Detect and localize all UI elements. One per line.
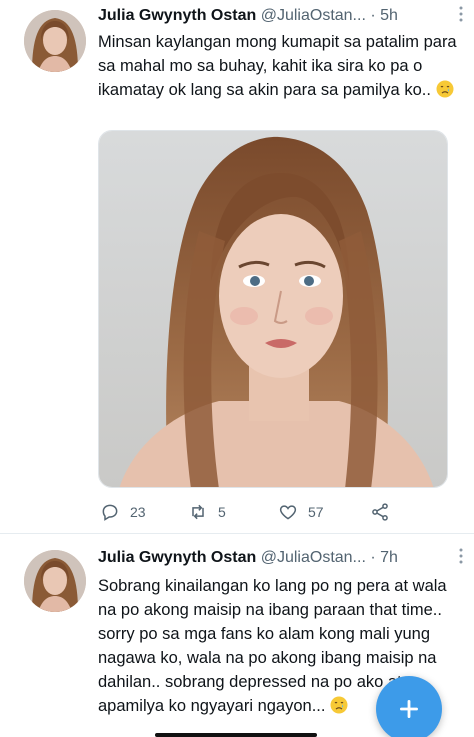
user-handle[interactable]: @JuliaOstan... (261, 549, 366, 566)
crying-face-emoji-icon (436, 80, 454, 98)
retweet-button[interactable]: 5 (188, 498, 226, 526)
like-button[interactable]: 57 (278, 498, 324, 526)
separator-dot: · (370, 7, 376, 24)
heart-icon (279, 505, 297, 520)
more-vertical-icon[interactable] (458, 6, 464, 28)
retweet-count: 5 (218, 504, 226, 520)
tweet[interactable]: Julia Gwynyth Ostan @JuliaOstan... · 5h … (0, 0, 474, 533)
display-name[interactable]: Julia Gwynyth Ostan (98, 549, 256, 566)
more-vertical-icon[interactable] (458, 548, 464, 570)
tweet-header: Julia Gwynyth Ostan @JuliaOstan... · 5h (98, 6, 398, 26)
tweet-photo[interactable] (98, 130, 448, 488)
display-name[interactable]: Julia Gwynyth Ostan (98, 7, 256, 24)
tweet-header: Julia Gwynyth Ostan @JuliaOstan... · 7h (98, 548, 398, 568)
tweet-text: Minsan kaylangan mong kumapit sa patalim… (98, 30, 460, 102)
plus-icon (400, 700, 418, 718)
share-icon (372, 503, 388, 521)
reply-count: 23 (130, 504, 146, 520)
crying-face-emoji-icon (330, 696, 348, 714)
timestamp[interactable]: 5h (380, 7, 398, 24)
reply-button[interactable]: 23 (100, 498, 146, 526)
retweet-icon (192, 504, 204, 520)
reply-icon (102, 504, 118, 521)
like-count: 57 (308, 504, 324, 520)
avatar[interactable] (24, 10, 86, 72)
compose-tweet-button[interactable] (376, 676, 442, 737)
avatar[interactable] (24, 550, 86, 612)
share-button[interactable] (370, 498, 400, 526)
timestamp[interactable]: 7h (380, 549, 398, 566)
tweet-text-content: Minsan kaylangan mong kumapit sa patalim… (98, 33, 457, 99)
separator-dot: · (370, 549, 376, 566)
user-handle[interactable]: @JuliaOstan... (261, 7, 366, 24)
home-indicator (155, 733, 317, 737)
tweet-actions: 23 5 57 (98, 498, 448, 526)
